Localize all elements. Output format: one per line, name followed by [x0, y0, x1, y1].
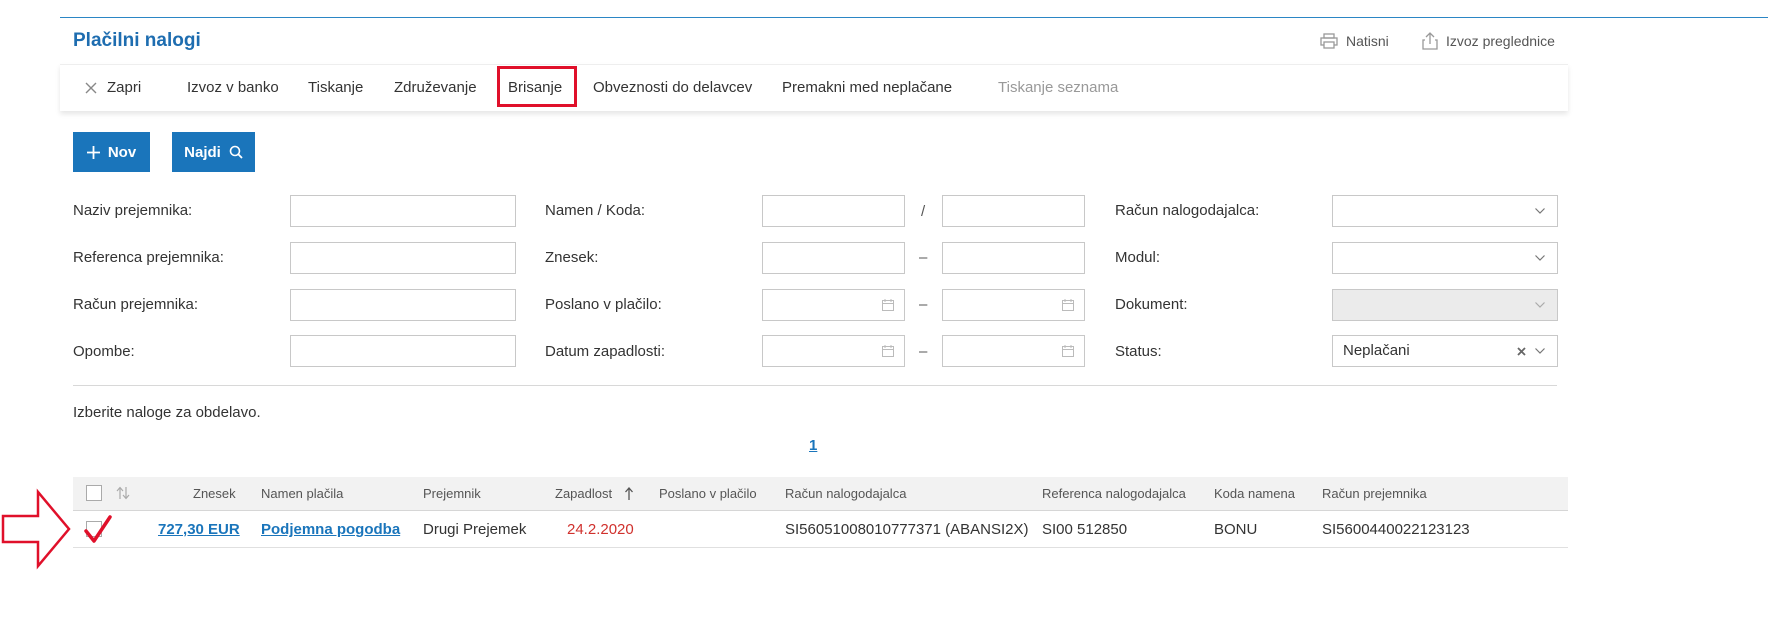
- chevron-down-icon: [1535, 348, 1545, 354]
- chevron-down-icon: [1535, 208, 1545, 214]
- print-list-button: Tiskanje seznama: [998, 79, 1119, 96]
- row-recipient-account: SI5600440022123123: [1322, 521, 1470, 538]
- delete-highlight-annotation: [497, 66, 577, 107]
- chevron-down-icon: [1535, 255, 1545, 261]
- calendar-icon[interactable]: [1062, 299, 1074, 311]
- sent-for-payment-label: Poslano v plačilo:: [545, 296, 662, 313]
- sort-up-icon: [625, 487, 633, 500]
- selection-hint: Izberite naloge za obdelavo.: [73, 404, 261, 421]
- status-select-value: Neplačani: [1343, 342, 1410, 359]
- merge-button[interactable]: Združevanje: [394, 78, 477, 98]
- column-amount[interactable]: Znesek: [193, 485, 236, 503]
- module-select[interactable]: [1332, 242, 1558, 274]
- due-date-label: Datum zapadlosti:: [545, 343, 666, 360]
- row-recipient: Drugi Prejemek: [423, 521, 527, 538]
- column-payer-account[interactable]: Račun nalogodajalca: [785, 485, 906, 503]
- filter-divider: [73, 385, 1557, 386]
- column-recipient[interactable]: Prejemnik: [423, 485, 481, 503]
- purpose-code-separator: /: [921, 203, 926, 220]
- pagination-page-1[interactable]: 1: [809, 437, 817, 454]
- clear-icon[interactable]: [1517, 347, 1526, 356]
- move-unpaid-button[interactable]: Premakni med neplačane: [782, 78, 952, 98]
- module-label: Modul:: [1115, 249, 1161, 266]
- amount-label: Znesek:: [545, 249, 599, 266]
- column-purpose-code[interactable]: Koda namena: [1214, 485, 1295, 503]
- recipient-reference-label: Referenca prejemnika:: [73, 249, 224, 266]
- amount-to-input[interactable]: [942, 242, 1085, 274]
- row-payer-account: SI56051008010777371 (ABANSI2X): [785, 521, 1029, 538]
- header-top-border: [60, 17, 1768, 18]
- arrow-annotation: [1, 488, 71, 570]
- new-button[interactable]: Nov: [73, 132, 150, 172]
- purpose-input[interactable]: [762, 195, 905, 227]
- close-button[interactable]: Zapri: [85, 78, 141, 98]
- amount-from-input[interactable]: [762, 242, 905, 274]
- code-input[interactable]: [942, 195, 1085, 227]
- export-action-label: Izvoz preglednice: [1446, 33, 1555, 49]
- find-button[interactable]: Najdi: [172, 132, 255, 172]
- status-select[interactable]: Neplačani: [1332, 335, 1558, 367]
- recipient-name-label: Naziv prejemnika:: [73, 202, 193, 219]
- sent-range-separator: –: [919, 296, 928, 313]
- calendar-icon[interactable]: [882, 299, 894, 311]
- chevron-down-icon: [1535, 302, 1545, 308]
- row-due-date: 24.2.2020: [567, 521, 634, 538]
- search-icon: [229, 145, 243, 159]
- status-label: Status:: [1115, 343, 1162, 360]
- plus-icon: [86, 145, 100, 159]
- calendar-icon[interactable]: [882, 345, 894, 357]
- find-button-label: Najdi: [184, 143, 221, 161]
- row-amount-link[interactable]: 727,30 EUR: [158, 520, 240, 540]
- sent-to-date-input[interactable]: [942, 289, 1085, 321]
- column-due[interactable]: Zapadlost: [555, 485, 612, 503]
- amount-range-separator: –: [919, 249, 928, 266]
- recipient-account-input[interactable]: [290, 289, 516, 321]
- new-button-label: Nov: [107, 143, 137, 161]
- employee-obligations-button[interactable]: Obveznosti do delavcev: [593, 78, 752, 98]
- column-sent[interactable]: Poslano v plačilo: [659, 485, 757, 503]
- due-range-separator: –: [919, 343, 928, 360]
- recipient-account-label: Račun prejemnika:: [73, 296, 199, 313]
- notes-input[interactable]: [290, 335, 516, 367]
- notes-label: Opombe:: [73, 343, 135, 360]
- close-button-label: Zapri: [107, 79, 142, 96]
- row-purpose-link[interactable]: Podjemna pogodba: [261, 520, 400, 540]
- sent-from-date-input[interactable]: [762, 289, 905, 321]
- payer-account-label: Račun nalogodajalca:: [1115, 202, 1260, 219]
- payer-account-select[interactable]: [1332, 195, 1558, 227]
- row-payer-reference: SI00 512850: [1042, 521, 1128, 538]
- due-to-date-input[interactable]: [942, 335, 1085, 367]
- print-button[interactable]: Tiskanje: [308, 78, 363, 98]
- checkmark-annotation: [84, 515, 112, 543]
- export-icon: [1422, 32, 1438, 50]
- column-purpose[interactable]: Namen plačila: [261, 485, 343, 503]
- recipient-reference-input[interactable]: [290, 242, 516, 274]
- export-spreadsheet-action[interactable]: Izvoz preglednice: [1422, 31, 1555, 51]
- document-label: Dokument:: [1115, 296, 1188, 313]
- purpose-code-label: Namen / Koda:: [545, 202, 646, 219]
- calendar-icon[interactable]: [1062, 345, 1074, 357]
- sort-icon[interactable]: [116, 486, 130, 500]
- bank-export-button[interactable]: Izvoz v banko: [187, 78, 279, 98]
- column-recipient-account[interactable]: Račun prejemnika: [1322, 485, 1427, 503]
- row-purpose-code: BONU: [1214, 521, 1258, 538]
- print-action[interactable]: Natisni: [1320, 31, 1389, 51]
- select-all-checkbox[interactable]: [86, 485, 102, 501]
- document-select: [1332, 289, 1558, 321]
- printer-icon: [1320, 33, 1338, 49]
- due-from-date-input[interactable]: [762, 335, 905, 367]
- print-action-label: Natisni: [1346, 33, 1389, 49]
- recipient-name-input[interactable]: [290, 195, 516, 227]
- page-title: Plačilni nalogi: [73, 30, 201, 51]
- close-icon: [85, 82, 97, 94]
- column-payer-reference[interactable]: Referenca nalogodajalca: [1042, 485, 1186, 503]
